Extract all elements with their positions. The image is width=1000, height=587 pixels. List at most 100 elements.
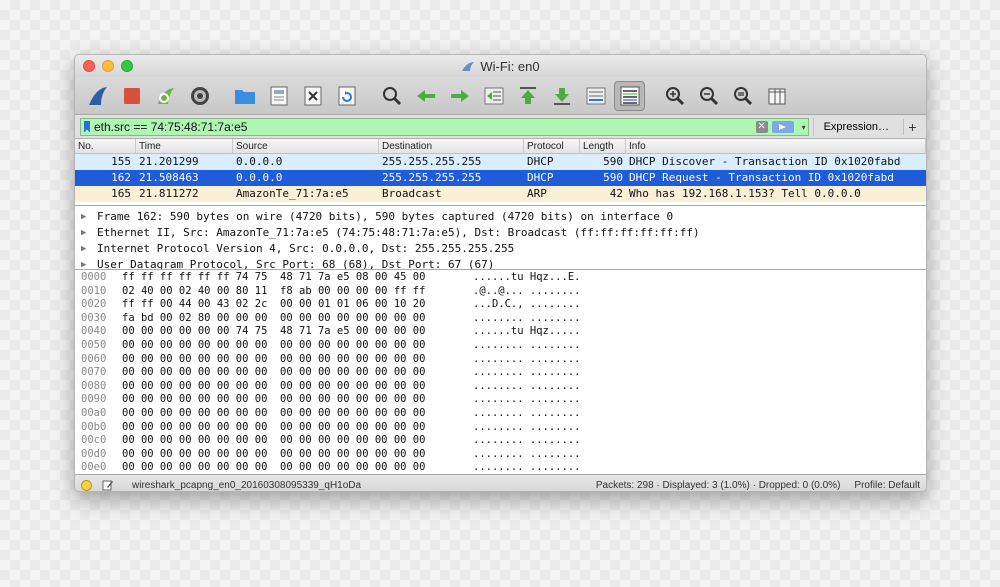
hex-offset: 00b0 <box>81 420 107 433</box>
clear-filter-button[interactable]: ✕ <box>755 120 768 133</box>
expand-arrow-icon[interactable]: ▶ <box>81 241 97 257</box>
hex-row[interactable]: 0060 00 00 00 00 00 00 00 00 00 00 00 00 … <box>75 353 926 367</box>
packet-row[interactable]: 165 21.811272 AmazonTe_71:7a:e5 Broadcas… <box>75 186 926 202</box>
hex-row[interactable]: 0020 ff ff 00 44 00 43 02 2c 00 00 01 01 … <box>75 298 926 312</box>
hex-row[interactable]: 0050 00 00 00 00 00 00 00 00 00 00 00 00 … <box>75 339 926 353</box>
expert-info-indicator-icon[interactable] <box>81 479 92 491</box>
hex-row[interactable]: 0010 02 40 00 02 40 00 80 11 f8 ab 00 00 … <box>75 285 926 299</box>
hex-row[interactable]: 00b0 00 00 00 00 00 00 00 00 00 00 00 00 … <box>75 421 926 435</box>
hex-offset: 0050 <box>81 338 107 351</box>
hex-offset: 00a0 <box>81 406 107 419</box>
expand-arrow-icon[interactable]: ▶ <box>81 257 97 269</box>
back-icon <box>416 89 435 102</box>
hex-bytes: 00 00 00 00 00 00 00 00 00 00 00 00 00 0… <box>122 406 426 419</box>
restart-icon <box>157 87 174 104</box>
go-forward-button[interactable] <box>444 81 475 111</box>
column-header-protocol[interactable]: Protocol <box>524 139 580 153</box>
hex-row[interactable]: 0070 00 00 00 00 00 00 00 00 00 00 00 00 … <box>75 366 926 380</box>
title-bar: Wi-Fi: en0 <box>75 55 926 77</box>
detail-tree-item[interactable]: ▶ Internet Protocol Version 4, Src: 0.0.0… <box>75 241 926 257</box>
open-file-button[interactable] <box>229 81 260 111</box>
zoom-out-button[interactable] <box>693 81 724 111</box>
column-header-no[interactable]: No. <box>75 139 136 153</box>
bookmark-icon[interactable] <box>84 120 90 133</box>
hex-ascii: ......tu Hqz..... <box>473 325 581 338</box>
filter-text: eth.src == 74:75:48:71:7a:e5 <box>94 119 248 134</box>
packet-source: 0.0.0.0 <box>236 155 283 168</box>
first-packet-button[interactable] <box>512 81 543 111</box>
display-filter-input[interactable]: eth.src == 74:75:48:71:7a:e5 ✕ ▾ <box>80 117 809 136</box>
minimize-window-button[interactable] <box>102 60 114 72</box>
hex-row[interactable]: 0000 ff ff ff ff ff ff 74 75 48 71 7a e5 … <box>75 271 926 285</box>
maximize-window-button[interactable] <box>121 60 133 72</box>
edit-comment-icon[interactable] <box>102 479 114 491</box>
packet-info: Who has 192.168.1.153? Tell 0.0.0.0 <box>629 187 861 200</box>
hex-row[interactable]: 00d0 00 00 00 00 00 00 00 00 00 00 00 00 … <box>75 448 926 462</box>
start-capture-button[interactable] <box>82 81 113 111</box>
detail-tree-item[interactable]: ▶ Ethernet II, Src: AmazonTe_71:7a:e5 (74… <box>75 225 926 241</box>
packet-no: 162 <box>111 171 131 184</box>
colorize-button[interactable] <box>614 80 645 111</box>
packet-no: 165 <box>111 187 131 200</box>
packet-row[interactable]: 155 21.201299 0.0.0.0 255.255.255.255 DH… <box>75 154 926 170</box>
chevron-down-icon[interactable]: ▾ <box>802 123 806 132</box>
hex-row[interactable]: 0040 00 00 00 00 00 00 74 75 48 71 7a e5 … <box>75 325 926 339</box>
column-header-info[interactable]: Info <box>626 139 926 153</box>
go-back-button[interactable] <box>410 81 441 111</box>
apply-filter-button[interactable] <box>771 120 794 133</box>
hex-bytes: ff ff ff ff ff ff 74 75 48 71 7a e5 08 0… <box>122 271 426 283</box>
packet-list-header: No. Time Source Destination Protocol Len… <box>75 139 926 154</box>
detail-text: Ethernet II, Src: AmazonTe_71:7a:e5 (74:… <box>97 226 700 239</box>
hex-row[interactable]: 00c0 00 00 00 00 00 00 00 00 00 00 00 00 … <box>75 434 926 448</box>
packet-time: 21.201299 <box>139 155 199 168</box>
close-window-button[interactable] <box>83 60 95 72</box>
hex-offset: 0010 <box>81 284 107 297</box>
detail-tree-item[interactable]: ▶ Frame 162: 590 bytes on wire (4720 bits… <box>75 209 926 225</box>
packet-info: DHCP Discover - Transaction ID 0x1020fab… <box>629 155 901 168</box>
hex-ascii: ........ ........ <box>473 434 581 447</box>
expression-button[interactable]: Expression… <box>812 117 899 136</box>
column-header-time[interactable]: Time <box>136 139 233 153</box>
column-header-source[interactable]: Source <box>233 139 379 153</box>
open-folder-icon <box>234 89 255 104</box>
first-packet-icon <box>519 86 536 104</box>
last-packet-button[interactable] <box>546 81 577 111</box>
hex-bytes: 00 00 00 00 00 00 74 75 48 71 7a e5 00 0… <box>122 325 426 338</box>
zoom-in-button[interactable] <box>659 81 690 111</box>
resize-columns-button[interactable] <box>761 81 792 111</box>
stop-capture-button[interactable] <box>116 81 147 111</box>
packet-row-selected[interactable]: 162 21.508463 0.0.0.0 255.255.255.255 DH… <box>75 170 926 186</box>
column-header-destination[interactable]: Destination <box>379 139 524 153</box>
hex-row[interactable]: 0030 fa bd 00 02 80 00 00 00 00 00 00 00 … <box>75 312 926 326</box>
packet-info: DHCP Request - Transaction ID 0x1020fabd <box>629 171 894 184</box>
options-gear-icon <box>190 86 209 105</box>
restart-capture-button[interactable] <box>150 81 181 111</box>
capture-options-button[interactable] <box>184 81 215 111</box>
expand-arrow-icon[interactable]: ▶ <box>81 225 97 241</box>
expand-arrow-icon[interactable]: ▶ <box>81 209 97 225</box>
reload-file-button[interactable] <box>331 81 362 111</box>
normal-size-button[interactable] <box>727 81 758 111</box>
hex-row[interactable]: 00a0 00 00 00 00 00 00 00 00 00 00 00 00 … <box>75 407 926 421</box>
status-bar: wireshark_pcapng_en0_20160308095339_qH1o… <box>75 475 926 491</box>
hex-row[interactable]: 0090 00 00 00 00 00 00 00 00 00 00 00 00 … <box>75 393 926 407</box>
save-file-button[interactable] <box>263 81 294 111</box>
add-filter-button[interactable]: + <box>903 118 921 135</box>
profile-label[interactable]: Profile: Default <box>854 480 920 491</box>
packet-destination: 255.255.255.255 <box>382 155 482 168</box>
auto-scroll-button[interactable] <box>580 81 611 111</box>
find-packet-button[interactable] <box>376 81 407 111</box>
column-header-length[interactable]: Length <box>580 139 626 153</box>
packet-list: No. Time Source Destination Protocol Len… <box>75 139 926 206</box>
hex-offset: 0000 <box>81 271 107 283</box>
detail-text: Internet Protocol Version 4, Src: 0.0.0.… <box>97 242 515 255</box>
close-file-button[interactable] <box>297 81 328 111</box>
detail-tree-item[interactable]: ▶ User Datagram Protocol, Src Port: 68 (6… <box>75 257 926 269</box>
hex-row[interactable]: 00e0 00 00 00 00 00 00 00 00 00 00 00 00 … <box>75 461 926 474</box>
hex-offset: 0090 <box>81 393 107 406</box>
hex-bytes: 00 00 00 00 00 00 00 00 00 00 00 00 00 0… <box>122 420 426 433</box>
packet-protocol: DHCP <box>527 171 554 184</box>
shark-fin-icon <box>88 86 107 105</box>
go-to-packet-button[interactable] <box>478 81 509 111</box>
hex-row[interactable]: 0080 00 00 00 00 00 00 00 00 00 00 00 00 … <box>75 380 926 394</box>
